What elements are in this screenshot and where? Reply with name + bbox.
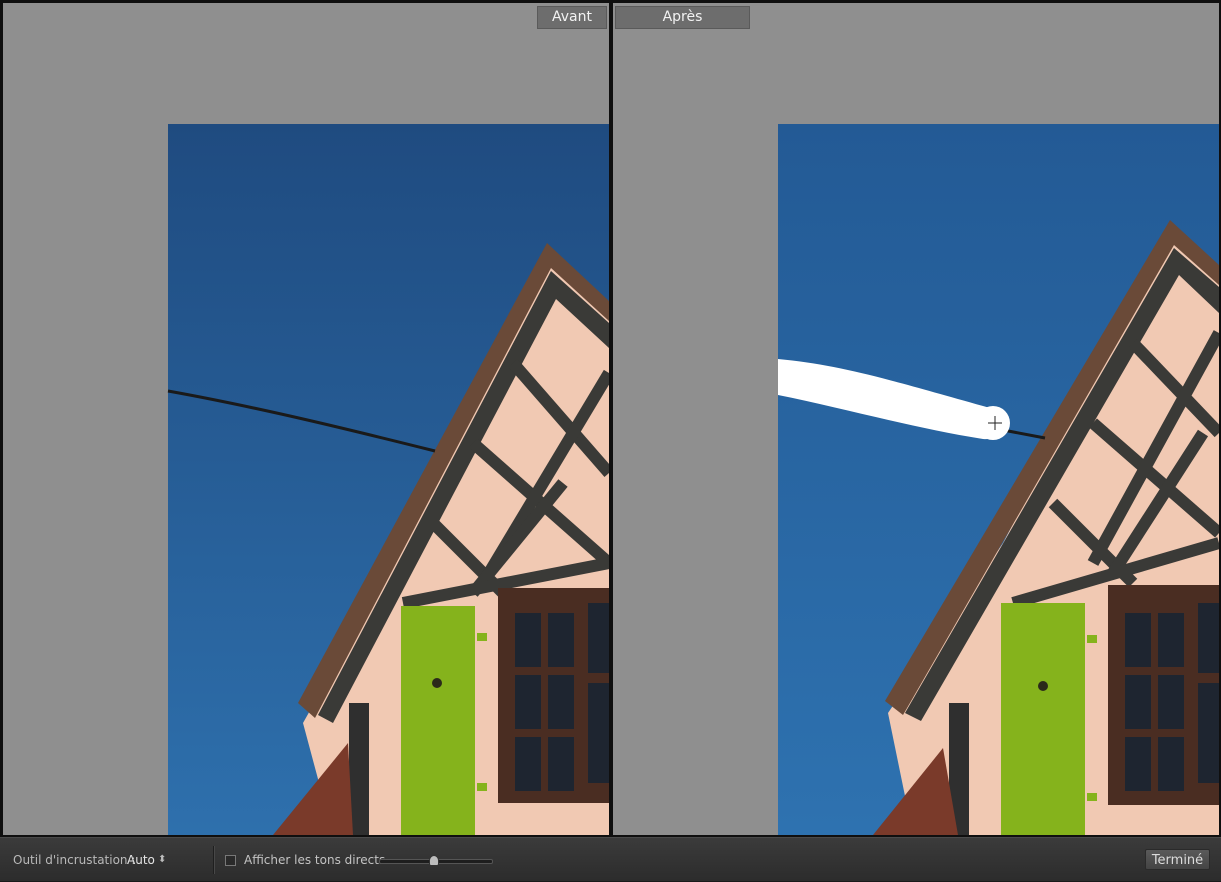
bottom-toolbar: Outil d'incrustation : Auto ⬍ Afficher l…: [0, 837, 1221, 881]
spot-tool-select[interactable]: Auto: [127, 838, 155, 882]
crosshair-icon: [988, 416, 1002, 430]
spot-tool-label: Outil d'incrustation :: [13, 853, 136, 867]
show-overlay-label[interactable]: Afficher les tons directs: [244, 838, 385, 882]
after-pane[interactable]: Après: [613, 3, 1219, 835]
after-label: Après: [615, 6, 750, 29]
before-photo: [167, 124, 609, 835]
toolbar-divider: [213, 846, 214, 874]
before-pane[interactable]: Avant: [3, 3, 609, 835]
after-photo: [778, 124, 1219, 835]
compare-view: Avant Après: [0, 0, 1221, 837]
show-overlay-checkbox[interactable]: [225, 855, 236, 866]
up-down-arrows-icon[interactable]: ⬍: [158, 838, 166, 882]
done-button[interactable]: Terminé: [1145, 849, 1210, 870]
before-label: Avant: [537, 6, 607, 29]
threshold-slider-thumb[interactable]: [429, 855, 439, 866]
